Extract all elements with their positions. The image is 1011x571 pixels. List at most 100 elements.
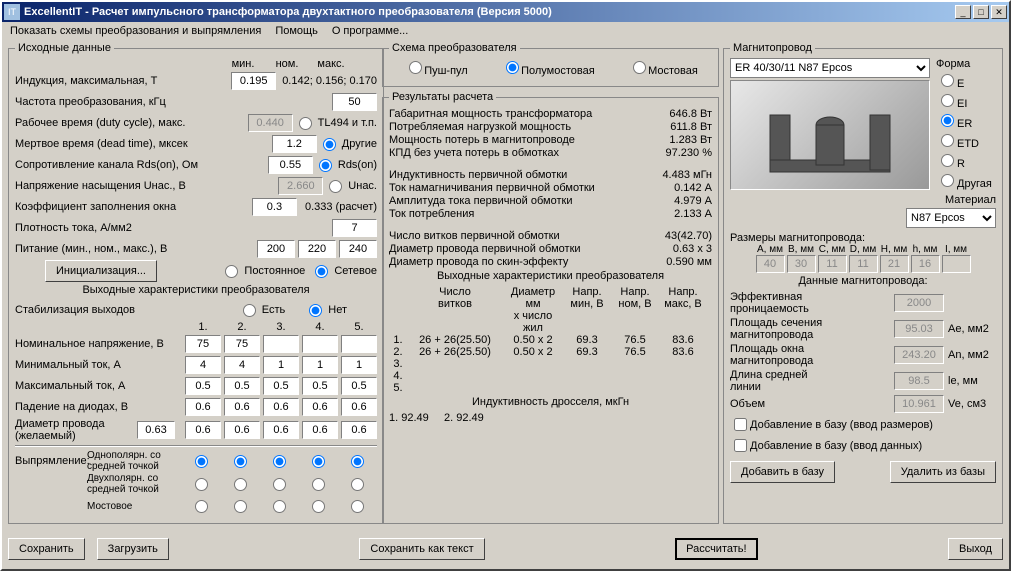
fill-input[interactable] bbox=[252, 198, 297, 216]
perm-input bbox=[894, 294, 944, 312]
imin-3[interactable] bbox=[263, 356, 299, 374]
form-e[interactable] bbox=[941, 74, 954, 87]
vdrop-5[interactable] bbox=[341, 398, 377, 416]
rect3-5[interactable] bbox=[351, 500, 364, 513]
save-button[interactable]: Сохранить bbox=[8, 538, 85, 560]
induction-range: 0.142; 0.156; 0.170 bbox=[282, 75, 377, 87]
imax-2[interactable] bbox=[224, 377, 260, 395]
radio-full[interactable] bbox=[633, 61, 646, 74]
supply-max[interactable] bbox=[339, 240, 377, 258]
chk-add-dims[interactable] bbox=[734, 418, 747, 431]
form-etd[interactable] bbox=[941, 134, 954, 147]
exit-button[interactable]: Выход bbox=[948, 538, 1003, 560]
radio-tl494[interactable] bbox=[299, 117, 312, 130]
rect3-3[interactable] bbox=[273, 500, 286, 513]
radio-ac[interactable] bbox=[315, 265, 328, 278]
chk-add-data[interactable] bbox=[734, 439, 747, 452]
imin-2[interactable] bbox=[224, 356, 260, 374]
load-button[interactable]: Загрузить bbox=[97, 538, 169, 560]
menu-schemes[interactable]: Показать схемы преобразования и выпрямле… bbox=[10, 25, 261, 37]
choke-hdr: Индуктивность дросселя, мкГн bbox=[389, 396, 712, 408]
rect1-5[interactable] bbox=[351, 455, 364, 468]
rect2-3[interactable] bbox=[273, 478, 286, 491]
vdrop-2[interactable] bbox=[224, 398, 260, 416]
lbl-ae: Площадь сечения магнитопровода bbox=[730, 317, 894, 341]
form-other[interactable] bbox=[941, 174, 954, 187]
radio-half[interactable] bbox=[506, 61, 519, 74]
close-button[interactable]: ✕ bbox=[991, 5, 1007, 19]
rect1-4[interactable] bbox=[312, 455, 325, 468]
add-db-button[interactable]: Добавить в базу bbox=[730, 461, 835, 483]
init-button[interactable]: Инициализация... bbox=[45, 260, 157, 282]
vnom-5[interactable] bbox=[341, 335, 377, 353]
vnom-2[interactable] bbox=[224, 335, 260, 353]
imax-5[interactable] bbox=[341, 377, 377, 395]
calc-button[interactable]: Рассчитать! bbox=[675, 538, 757, 560]
dwire-main[interactable] bbox=[137, 421, 175, 439]
imax-1[interactable] bbox=[185, 377, 221, 395]
res-gab-v: 646.8 Вт bbox=[642, 108, 712, 120]
out-row-3: 3. bbox=[389, 358, 712, 370]
form-r[interactable] bbox=[941, 154, 954, 167]
dens-input[interactable] bbox=[332, 219, 377, 237]
dwire-5[interactable] bbox=[341, 421, 377, 439]
core-select[interactable]: ER 40/30/11 N87 Epcos bbox=[730, 58, 930, 78]
save-text-button[interactable]: Сохранить как текст bbox=[359, 538, 484, 560]
del-db-button[interactable]: Удалить из базы bbox=[890, 461, 996, 483]
radio-usat[interactable] bbox=[329, 180, 342, 193]
rect1-2[interactable] bbox=[234, 455, 247, 468]
imax-4[interactable] bbox=[302, 377, 338, 395]
imax-3[interactable] bbox=[263, 377, 299, 395]
minimize-button[interactable]: _ bbox=[955, 5, 971, 19]
rect2-4[interactable] bbox=[312, 478, 325, 491]
res-imag: Ток намагничивания первичной обмотки bbox=[389, 182, 642, 194]
rect2-1[interactable] bbox=[195, 478, 208, 491]
rect3-4[interactable] bbox=[312, 500, 325, 513]
rds-input[interactable] bbox=[268, 156, 313, 174]
rect3-1[interactable] bbox=[195, 500, 208, 513]
rect3-2[interactable] bbox=[234, 500, 247, 513]
dwire-1[interactable] bbox=[185, 421, 221, 439]
res-loss-v: 1.283 Вт bbox=[642, 134, 712, 146]
rect1-3[interactable] bbox=[273, 455, 286, 468]
col-2: 2. bbox=[224, 321, 260, 333]
rect2-5[interactable] bbox=[351, 478, 364, 491]
induction-input[interactable] bbox=[231, 72, 276, 90]
radio-stab-no[interactable] bbox=[309, 304, 322, 317]
form-ei[interactable] bbox=[941, 94, 954, 107]
rect2-2[interactable] bbox=[234, 478, 247, 491]
dwire-4[interactable] bbox=[302, 421, 338, 439]
radio-other[interactable] bbox=[323, 138, 336, 151]
material-select[interactable]: N87 Epcos bbox=[906, 208, 996, 228]
res-lpri: Индуктивность первичной обмотки bbox=[389, 169, 642, 181]
vdrop-4[interactable] bbox=[302, 398, 338, 416]
vdrop-1[interactable] bbox=[185, 398, 221, 416]
col-1: 1. bbox=[185, 321, 221, 333]
col-3: 3. bbox=[263, 321, 299, 333]
rect1-1[interactable] bbox=[195, 455, 208, 468]
radio-stab-yes[interactable] bbox=[243, 304, 256, 317]
radio-push[interactable] bbox=[409, 61, 422, 74]
dwire-3[interactable] bbox=[263, 421, 299, 439]
vdrop-3[interactable] bbox=[263, 398, 299, 416]
imin-1[interactable] bbox=[185, 356, 221, 374]
maximize-button[interactable]: □ bbox=[973, 5, 989, 19]
vnom-4[interactable] bbox=[302, 335, 338, 353]
menu-about[interactable]: О программе... bbox=[332, 25, 408, 37]
vnom-3[interactable] bbox=[263, 335, 299, 353]
imin-5[interactable] bbox=[341, 356, 377, 374]
vnom-1[interactable] bbox=[185, 335, 221, 353]
form-er[interactable] bbox=[941, 114, 954, 127]
titlebar[interactable]: IT ExcellentIT - Расчет импульсного тран… bbox=[2, 2, 1009, 22]
ae-input bbox=[894, 320, 944, 338]
dwire-2[interactable] bbox=[224, 421, 260, 439]
menu-help[interactable]: Помощь bbox=[275, 25, 318, 37]
radio-rds[interactable] bbox=[319, 159, 332, 172]
dead-input[interactable] bbox=[272, 135, 317, 153]
supply-nom[interactable] bbox=[298, 240, 336, 258]
supply-min[interactable] bbox=[257, 240, 295, 258]
imin-4[interactable] bbox=[302, 356, 338, 374]
freq-input[interactable] bbox=[332, 93, 377, 111]
dim-b bbox=[787, 255, 816, 273]
radio-dc[interactable] bbox=[225, 265, 238, 278]
